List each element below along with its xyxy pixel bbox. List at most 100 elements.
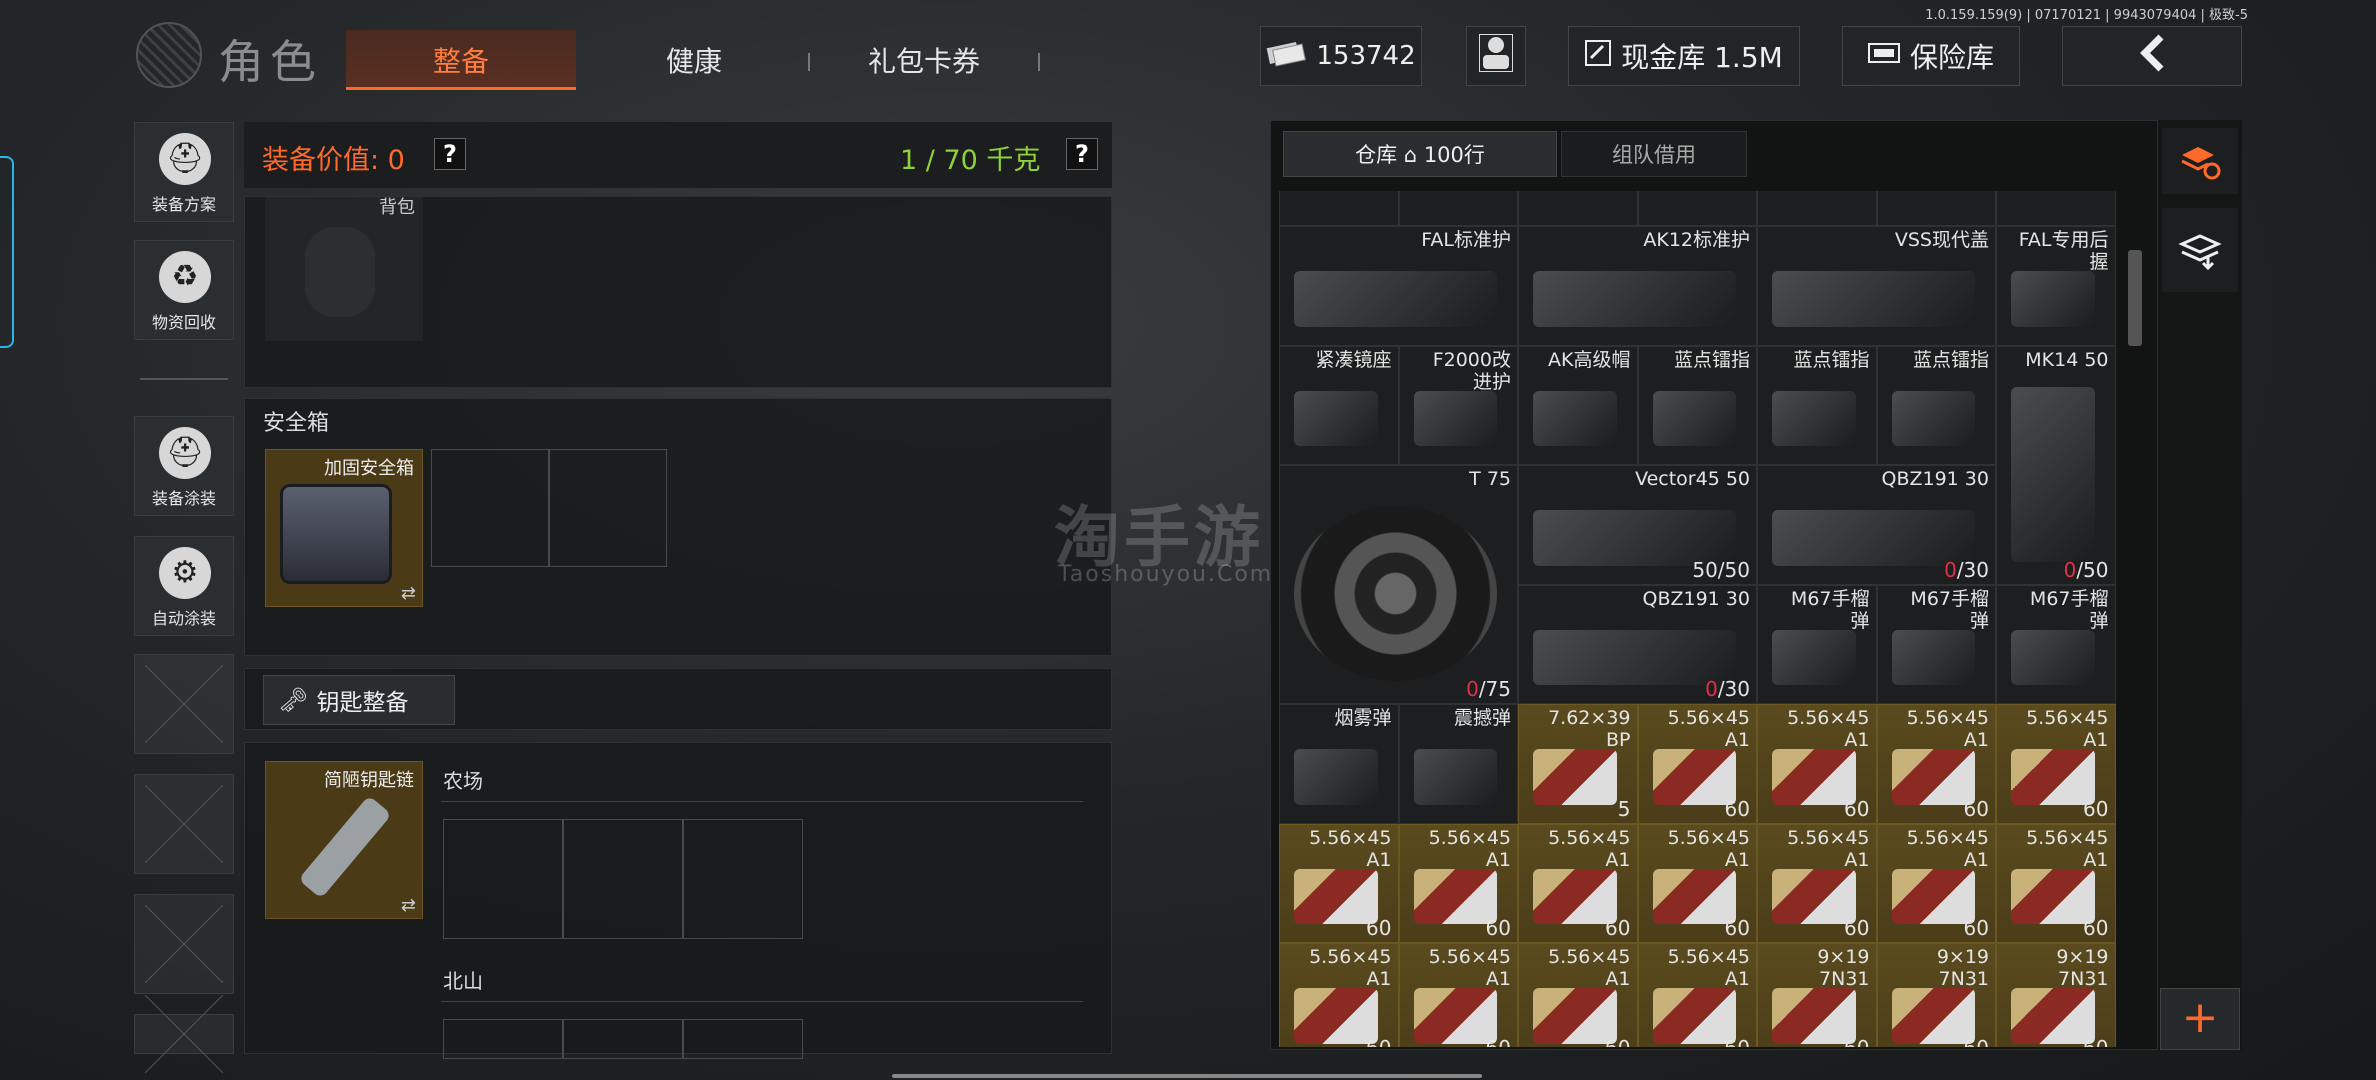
storage-item[interactable]: 蓝点镭指 [1757,345,1877,465]
storage-item[interactable]: FAL专用后 握 [1996,226,2116,346]
storage-item[interactable]: AK12标准护 [1518,226,1757,346]
safe-box-item[interactable]: 加固安全箱 ⇄ [265,449,423,607]
storage-item[interactable]: 5.56×45 A1 60 [1876,823,1996,943]
key-slot[interactable] [563,819,683,939]
key-slot[interactable] [443,1019,563,1059]
tab-gift-cards[interactable]: 礼包卡券 [816,30,1032,90]
weight-help-button[interactable]: ? [1066,138,1098,170]
warehouse-rows: 100行 [1423,143,1485,167]
storage-item[interactable]: 5.56×45 A1 60 [1398,943,1518,1048]
storage-item[interactable]: 9×19 7N31 60 [1876,943,1996,1047]
tab-health[interactable]: 健康 [586,30,802,90]
sidebar-item-loadout[interactable]: ⛑ 装备方案 [134,122,234,222]
keychain-item[interactable]: 简陋钥匙链 ⇄ [265,761,423,919]
item-image-icon [1891,988,1975,1044]
storage-item[interactable]: VSS现代盖 [1757,226,1996,346]
sidebar-empty-slot [134,774,234,874]
key-slot[interactable] [563,1019,683,1059]
currency-display[interactable]: 153742 [1260,26,1422,86]
tab-team-borrow[interactable]: 组队借用 [1561,131,1747,177]
safe-box-slot[interactable] [549,449,667,567]
storage-item[interactable]: Vector45 50 50/50 [1518,465,1757,585]
storage-item[interactable]: F2000改 进护 [1398,345,1518,465]
storage-item[interactable]: 5.56×45 A1 60 [1757,704,1877,824]
storage-item[interactable]: 5.56×45 A1 60 [1279,823,1399,943]
storage-item[interactable]: T 75 0/75 [1279,465,1518,704]
storage-cell-partial[interactable] [1996,191,2116,226]
storage-item[interactable]: 5.56×45 A1 60 [1637,704,1757,824]
item-image-icon [1294,271,1497,327]
layers-download-icon[interactable] [2162,208,2238,292]
item-image-icon [1891,390,1975,446]
swap-icon[interactable]: ⇄ [401,895,416,916]
key-loadout-button[interactable]: 🗝 钥匙整备 [263,675,455,725]
storage-item[interactable]: 5.56×45 A1 60 [1279,943,1399,1047]
storage-item[interactable]: 9×19 7N31 60 [1996,943,2116,1047]
storage-cell-partial[interactable] [1876,191,1996,226]
storage-item[interactable]: 5.56×45 A1 60 [1996,704,2116,824]
storage-cell-partial[interactable] [1518,191,1638,226]
storage-item[interactable]: 5.56×45 A1 60 [1518,823,1638,943]
storage-item[interactable]: 蓝点镭指 [1876,345,1996,465]
storage-item[interactable]: M67手榴 弹 [1876,584,1996,704]
backpack-slot[interactable]: 背包 [265,197,423,341]
item-name: 9×19 7N31 [1817,946,1870,990]
storage-item[interactable]: 5.56×45 A1 60 [1996,823,2116,943]
value-help-button[interactable]: ? [434,138,466,170]
item-name: 5.56×45 A1 [1787,826,1870,871]
sidebar-item-skins[interactable]: ⛑ 装备涂装 [134,416,234,516]
weight-capacity: 1 / 70 千克 [900,145,1041,176]
item-count-total: 60 [1725,1036,1750,1048]
storage-item[interactable]: MK14 50 0/50 [1996,345,2116,585]
storage-item[interactable]: 蓝点镭指 [1637,345,1757,465]
item-count-total: 60 [1366,1036,1391,1048]
storage-item[interactable]: FAL标准护 [1279,226,1518,346]
storage-item[interactable]: 7.62×39 BP 5 [1518,704,1638,824]
storage-item[interactable]: 紧凑镜座 [1279,345,1399,465]
key-slot[interactable] [443,819,563,939]
storage-item[interactable]: 9×19 7N31 60 [1757,943,1877,1047]
storage-item[interactable]: 5.56×45 A1 60 [1637,823,1757,943]
storage-scrollbar[interactable] [2128,250,2142,346]
side-drawer-handle[interactable] [0,156,14,348]
sidebar-item-label: 自动涂装 [151,609,216,628]
safe-box-slot[interactable] [431,449,549,567]
storage-item[interactable]: 5.56×45 A1 60 [1398,823,1518,943]
item-image-icon [2011,988,2095,1044]
tab-warehouse[interactable]: 仓库 ⌂ 100行 [1283,131,1557,177]
storage-item[interactable]: 震撼弹 [1398,704,1518,824]
add-button[interactable]: + [2160,988,2240,1050]
item-image-icon [1533,390,1617,446]
storage-cell-partial[interactable] [1757,191,1877,226]
sidebar-item-auto-paint[interactable]: ⚙ 自动涂装 [134,536,234,636]
storage-item[interactable]: QBZ191 30 0/30 [1518,584,1757,704]
currency-amount: 153742 [1316,41,1416,71]
storage-cell-partial[interactable] [1398,191,1518,226]
item-count: 60 [1486,1036,1511,1048]
storage-item[interactable]: M67手榴 弹 [1996,584,2116,704]
storage-cell-partial[interactable] [1279,191,1399,226]
insurance-vault-button[interactable]: 保险库 [1842,26,2020,86]
profile-button[interactable] [1466,26,1526,86]
storage-item[interactable]: 5.56×45 A1 60 [1518,943,1638,1047]
storage-item[interactable]: M67手榴 弹 [1757,584,1877,704]
storage-item[interactable]: 5.56×45 A1 60 [1876,704,1996,824]
back-button[interactable] [2062,26,2242,86]
storage-item[interactable]: QBZ191 30 0/30 [1757,465,1996,585]
item-count-total: 60 [1485,916,1511,940]
swap-icon[interactable]: ⇄ [401,583,416,604]
storage-cell-partial[interactable] [1637,191,1757,226]
key-slot[interactable] [683,1019,803,1059]
sidebar-item-recycle[interactable]: ♻ 物资回收 [134,240,234,340]
storage-item[interactable]: 5.56×45 A1 60 [1757,823,1877,943]
keychain-section: 简陋钥匙链 ⇄ 农场 北山 [244,742,1112,1059]
item-count-total: 50/50 [1692,557,1750,582]
item-count: 60 [1366,1036,1391,1048]
key-slot[interactable] [683,819,803,939]
storage-item[interactable]: 5.56×45 A1 60 [1637,943,1757,1048]
storage-item[interactable]: AK高级帽 [1518,345,1638,465]
cash-vault-button[interactable]: 现金库 1.5M [1568,26,1800,86]
storage-item[interactable]: 烟雾弹 [1279,704,1399,824]
layers-refresh-icon[interactable] [2162,128,2238,194]
tab-equipment[interactable]: 整备 [346,30,576,90]
